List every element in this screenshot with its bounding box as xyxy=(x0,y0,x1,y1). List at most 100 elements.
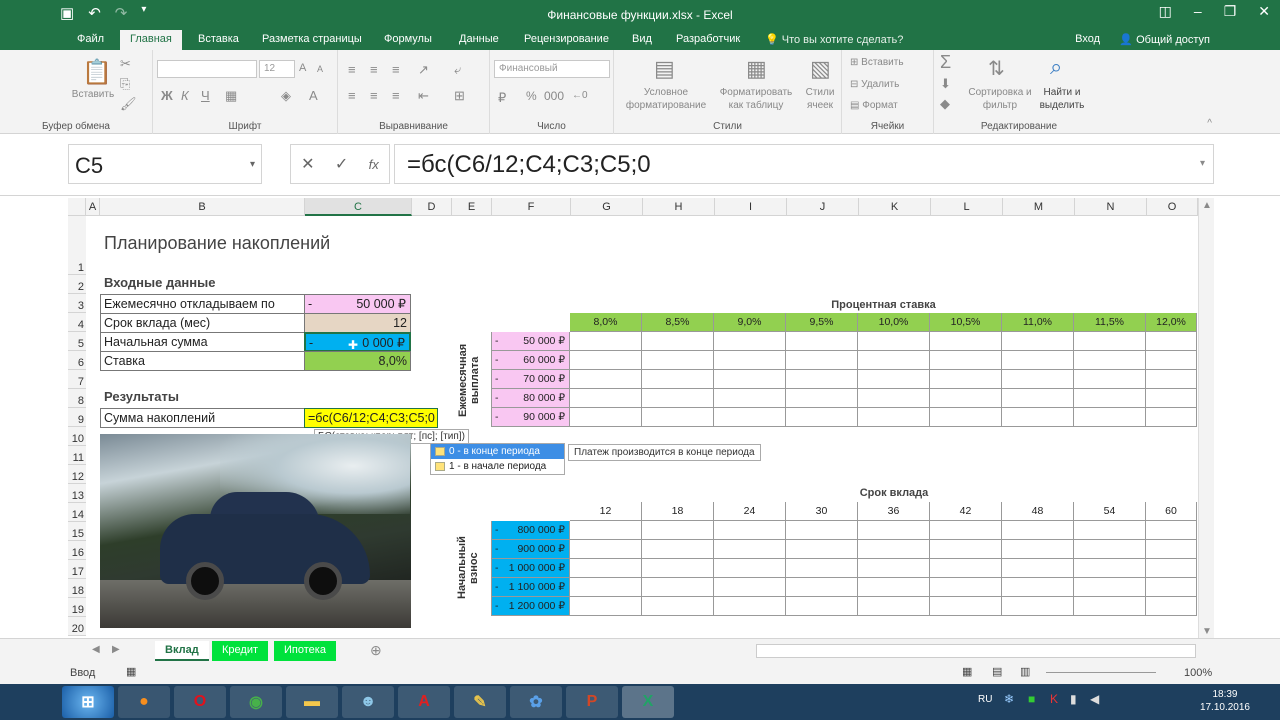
expand-formula-icon[interactable]: ▾ xyxy=(1200,158,1205,169)
wrap-text-icon[interactable]: ⤶ xyxy=(454,62,461,78)
borders-icon[interactable]: ▦ xyxy=(225,88,237,104)
rate-result-cell[interactable] xyxy=(642,370,714,389)
format-cells-button[interactable]: ▤ Формат xyxy=(850,99,898,112)
font-color-icon[interactable]: A xyxy=(309,88,318,103)
zoom-slider[interactable] xyxy=(1046,672,1156,673)
term-result-cell[interactable] xyxy=(1074,540,1146,559)
row-header-11[interactable]: 11 xyxy=(68,446,86,465)
term-result-cell[interactable] xyxy=(1146,521,1197,540)
term-result-cell[interactable] xyxy=(1074,578,1146,597)
rate-result-cell[interactable] xyxy=(786,408,858,427)
row-header-19[interactable]: 19 xyxy=(68,598,86,617)
rate-result-cell[interactable] xyxy=(1074,351,1146,370)
rate-result-cell[interactable] xyxy=(1146,370,1197,389)
rate-result-cell[interactable] xyxy=(930,389,1002,408)
rate-result-cell[interactable] xyxy=(570,370,642,389)
term-header-cell[interactable]: 42 xyxy=(930,502,1002,521)
scroll-down-icon[interactable]: ▼ xyxy=(1202,626,1212,637)
label-monthly[interactable]: Ежемесячно откладываем по xyxy=(100,294,305,314)
rate-result-cell[interactable] xyxy=(642,351,714,370)
tab-view[interactable]: Вид xyxy=(632,33,652,45)
delete-cells-button[interactable]: ⊟ Удалить xyxy=(850,78,899,91)
row-header-10[interactable]: 10 xyxy=(68,427,86,446)
rate-header-cell[interactable]: 11,0% xyxy=(1002,313,1074,332)
tray-green-icon[interactable]: ■ xyxy=(1028,692,1035,706)
prev-sheet-icon[interactable]: ◀ xyxy=(92,644,100,655)
autocomplete-option-end[interactable]: 0 - в конце периода xyxy=(431,444,564,459)
term-result-cell[interactable] xyxy=(930,521,1002,540)
share-button[interactable]: 👤 Общий доступ xyxy=(1119,33,1210,46)
find-select-label[interactable]: Найти и выделить xyxy=(1032,86,1092,112)
rate-header-cell[interactable]: 9,5% xyxy=(786,313,858,332)
term-result-cell[interactable] xyxy=(1002,597,1074,616)
term-result-cell[interactable] xyxy=(1146,559,1197,578)
conditional-format-icon[interactable]: ▤ xyxy=(654,56,675,82)
tab-home[interactable]: Главная xyxy=(120,30,182,52)
row-header-2[interactable]: 2 xyxy=(68,275,86,294)
payment-cell[interactable]: - 50 000 ₽ xyxy=(491,332,570,351)
contacts-icon[interactable]: ☻ xyxy=(342,686,394,718)
column-header-O[interactable]: O xyxy=(1147,198,1198,216)
term-result-cell[interactable] xyxy=(930,559,1002,578)
column-header-G[interactable]: G xyxy=(571,198,643,216)
minimize-icon[interactable]: – xyxy=(1194,3,1202,20)
excel-taskbar-icon[interactable]: X xyxy=(622,686,674,718)
insert-cells-button[interactable]: ⊞ Вставить xyxy=(850,56,904,69)
rate-result-cell[interactable] xyxy=(1146,389,1197,408)
cancel-icon[interactable]: ✕ xyxy=(301,154,314,174)
indent-icon[interactable]: ⇤ xyxy=(418,88,429,104)
term-result-cell[interactable] xyxy=(1074,521,1146,540)
label-savings[interactable]: Сумма накоплений xyxy=(100,408,305,428)
zoom-level[interactable]: 100% xyxy=(1184,667,1212,679)
rate-result-cell[interactable] xyxy=(930,332,1002,351)
rate-result-cell[interactable] xyxy=(714,389,786,408)
column-header-J[interactable]: J xyxy=(787,198,859,216)
row-header-16[interactable]: 16 xyxy=(68,541,86,560)
horizontal-scrollbar[interactable] xyxy=(756,644,1196,658)
align-right-icon[interactable]: ≡ xyxy=(392,88,400,103)
rate-result-cell[interactable] xyxy=(1002,408,1074,427)
rate-result-cell[interactable] xyxy=(642,389,714,408)
term-header-cell[interactable]: 54 xyxy=(1074,502,1146,521)
term-result-cell[interactable] xyxy=(930,597,1002,616)
term-result-cell[interactable] xyxy=(714,540,786,559)
term-header-cell[interactable]: 30 xyxy=(786,502,858,521)
term-result-cell[interactable] xyxy=(1002,559,1074,578)
rate-result-cell[interactable] xyxy=(930,408,1002,427)
term-header-cell[interactable]: 18 xyxy=(642,502,714,521)
term-result-cell[interactable] xyxy=(570,521,642,540)
rate-result-cell[interactable] xyxy=(1074,332,1146,351)
column-header-H[interactable]: H xyxy=(643,198,715,216)
paint-icon[interactable]: ✎ xyxy=(454,686,506,718)
term-result-cell[interactable] xyxy=(930,540,1002,559)
row-header-1[interactable]: 1 xyxy=(68,216,86,275)
column-header-N[interactable]: N xyxy=(1075,198,1147,216)
powerpoint-icon[interactable]: P xyxy=(566,686,618,718)
name-box-dropdown-icon[interactable]: ▾ xyxy=(250,159,255,170)
tab-review[interactable]: Рецензирование xyxy=(524,33,609,45)
input-monthly[interactable]: - 50 000 ₽ xyxy=(304,294,411,314)
italic-icon[interactable]: К xyxy=(181,88,189,103)
column-header-E[interactable]: E xyxy=(452,198,492,216)
chrome-icon[interactable]: ◉ xyxy=(230,686,282,718)
row-header-18[interactable]: 18 xyxy=(68,579,86,598)
sheet-tab-mortgage[interactable]: Ипотека xyxy=(274,641,336,661)
tab-developer[interactable]: Разработчик xyxy=(676,33,740,45)
increase-decimal-icon[interactable]: ←0 xyxy=(572,90,588,101)
fill-color-icon[interactable]: ◈ xyxy=(281,88,291,104)
sheet-tab-deposit[interactable]: Вклад xyxy=(155,641,209,661)
term-result-cell[interactable] xyxy=(1146,540,1197,559)
rate-header-cell[interactable]: 11,5% xyxy=(1074,313,1146,332)
find-select-icon[interactable]: ⌕ xyxy=(1050,54,1062,80)
payment-cell[interactable]: - 90 000 ₽ xyxy=(491,408,570,427)
row-header-4[interactable]: 4 xyxy=(68,313,86,332)
input-initial[interactable]: - ✚ 0 000 ₽ xyxy=(304,332,411,352)
rate-result-cell[interactable] xyxy=(1074,389,1146,408)
term-result-cell[interactable] xyxy=(858,597,930,616)
tab-file[interactable]: Файл xyxy=(77,33,104,45)
term-result-cell[interactable] xyxy=(786,597,858,616)
rate-result-cell[interactable] xyxy=(714,351,786,370)
format-table-label[interactable]: Форматировать как таблицу xyxy=(716,86,796,112)
label-initial[interactable]: Начальная сумма xyxy=(100,332,305,352)
rate-result-cell[interactable] xyxy=(714,332,786,351)
